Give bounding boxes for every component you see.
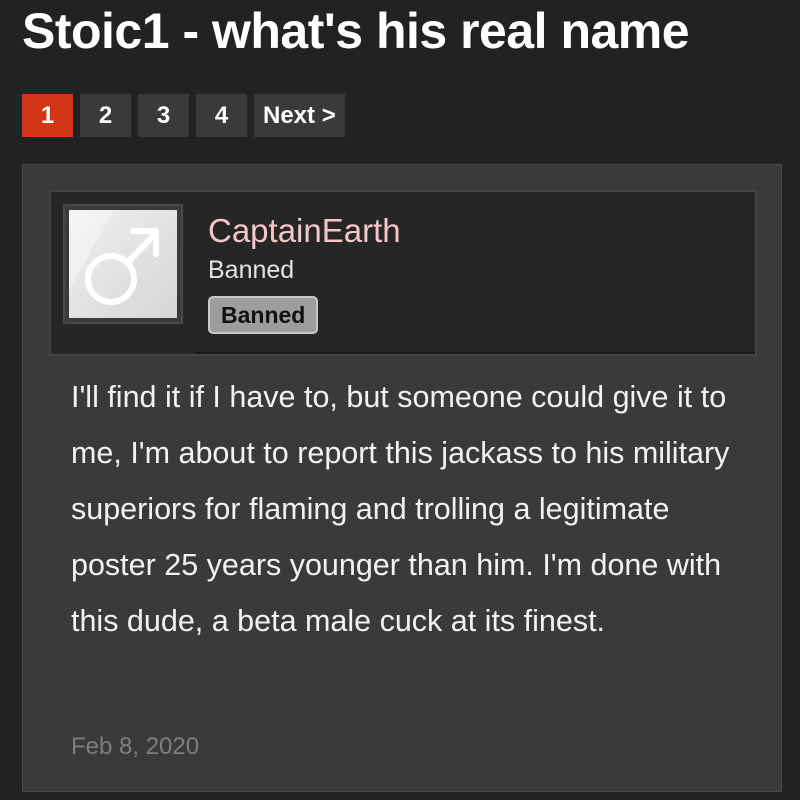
post: CaptainEarth Banned Banned I'll find it … (22, 164, 782, 792)
page-1-button[interactable]: 1 (22, 94, 73, 137)
avatar-frame[interactable] (63, 204, 183, 324)
page-2-button[interactable]: 2 (80, 94, 131, 137)
user-info-panel: CaptainEarth Banned Banned (195, 192, 755, 354)
username-link[interactable]: CaptainEarth (208, 212, 401, 250)
post-user-header: CaptainEarth Banned Banned (49, 190, 757, 356)
user-title: Banned (208, 256, 295, 284)
page-3-button[interactable]: 3 (138, 94, 189, 137)
thread-title: Stoic1 - what's his real name (22, 3, 690, 59)
user-banner: Banned (208, 296, 319, 334)
avatar[interactable] (69, 210, 177, 318)
page-4-button[interactable]: 4 (196, 94, 247, 137)
male-symbol-icon (69, 210, 159, 305)
next-page-button[interactable]: Next > (254, 94, 345, 137)
post-date-link[interactable]: Feb 8, 2020 (71, 733, 199, 761)
post-body: I'll find it if I have to, but someone c… (71, 380, 730, 638)
pagination: 1 2 3 4 Next > (22, 94, 345, 137)
